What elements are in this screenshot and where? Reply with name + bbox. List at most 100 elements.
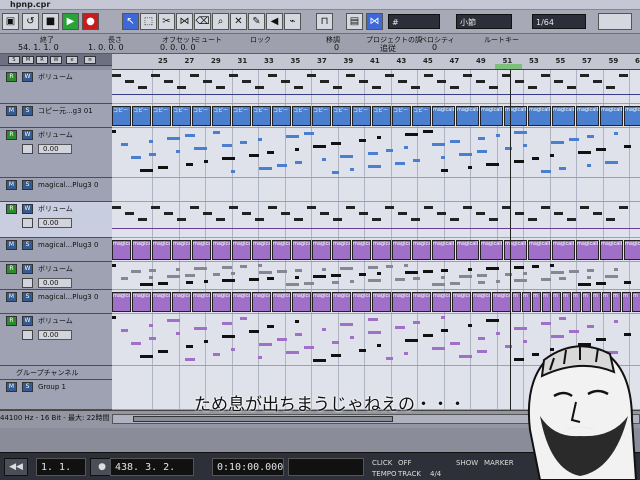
midi-part[interactable]: m <box>632 292 640 312</box>
midi-part[interactable]: magical8bit <box>292 292 311 312</box>
automation-point[interactable] <box>190 74 199 77</box>
read-automation-button[interactable]: R <box>6 204 17 214</box>
midi-part[interactable]: magical8bit <box>528 240 551 260</box>
automation-point[interactable] <box>619 74 628 77</box>
automation-point[interactable] <box>138 86 147 89</box>
midi-part[interactable]: magical8bit <box>152 292 171 312</box>
midi-part[interactable]: magical8bit <box>272 240 291 260</box>
midi-part[interactable]: magical8bit <box>432 292 451 312</box>
info-value-length[interactable]: 1. 0. 0. 0 <box>88 43 124 52</box>
automation-point[interactable] <box>320 212 329 215</box>
play-button[interactable]: ▶ <box>62 13 79 30</box>
automation-point[interactable] <box>580 74 589 77</box>
midi-part[interactable]: magical8bit <box>504 240 527 260</box>
automation-point[interactable] <box>346 74 355 77</box>
automation-value-field[interactable]: 0.00 <box>38 330 72 340</box>
midi-part[interactable]: コピー <box>192 106 211 126</box>
automation-point[interactable] <box>411 86 420 89</box>
midi-part[interactable]: magical8bit <box>232 292 251 312</box>
midi-part[interactable]: magical8bit <box>172 292 191 312</box>
midi-part[interactable]: コピー <box>132 106 151 126</box>
read-automation-button[interactable]: R <box>6 130 17 140</box>
midi-part[interactable]: magical8bit <box>412 292 431 312</box>
midi-part[interactable]: magical8bit <box>332 292 351 312</box>
midi-part[interactable]: magical8bit <box>528 106 551 126</box>
autoscroll-icon[interactable]: ⊓ <box>316 13 333 30</box>
automation-point[interactable] <box>515 212 524 215</box>
midi-part[interactable]: magical8bit <box>292 240 311 260</box>
midi-part[interactable]: コピー <box>232 106 251 126</box>
midi-part[interactable]: magical8bit <box>172 240 191 260</box>
automation-point[interactable] <box>476 212 485 215</box>
automation-point[interactable] <box>281 212 290 215</box>
automation-point[interactable] <box>359 80 368 83</box>
midi-part[interactable]: magical8bit <box>624 240 640 260</box>
midi-part[interactable]: コピー <box>312 106 331 126</box>
tempo-label[interactable]: TEMPO <box>372 470 396 478</box>
arrangement-lane[interactable]: magical8bitmagical8bitmagical8bitmagical… <box>112 290 640 314</box>
record-button[interactable]: ● <box>82 13 99 30</box>
mute-tool-icon[interactable]: ✕ <box>230 13 247 30</box>
automation-point[interactable] <box>242 212 251 215</box>
info-value-offset[interactable]: 0. 0. 0. 0 <box>160 43 196 52</box>
time-warp-tool-icon[interactable]: ⌁ <box>284 13 301 30</box>
automation-point[interactable] <box>229 206 238 209</box>
midi-part[interactable]: magical8bit <box>624 106 640 126</box>
click-value[interactable]: OFF <box>398 459 412 467</box>
track-row[interactable]: R W ボリューム 0.00 <box>0 314 112 366</box>
automation-point[interactable] <box>216 218 225 221</box>
mute-button[interactable]: M <box>6 106 17 116</box>
midi-part[interactable]: magical8bit <box>192 240 211 260</box>
automation-point[interactable] <box>541 74 550 77</box>
arrangement-lane[interactable] <box>112 128 640 178</box>
automation-point[interactable] <box>268 74 277 77</box>
automation-point[interactable] <box>151 74 160 77</box>
track-name[interactable]: magical...Plug3 0 <box>38 292 102 302</box>
midi-part[interactable]: コピー <box>352 106 371 126</box>
automation-point[interactable] <box>463 74 472 77</box>
automation-point[interactable] <box>515 80 524 83</box>
info-value-transpose[interactable]: 0 <box>334 43 339 52</box>
write-automation-button[interactable]: W <box>22 316 33 326</box>
track-row[interactable]: M Smagical...Plug3 0 <box>0 178 112 202</box>
arrangement-lane[interactable]: コピー コピー コピー コピー コピー コピー コピー コピー コピー コピー コピー コピー コピーコ… <box>112 104 640 128</box>
automation-point[interactable] <box>346 206 355 209</box>
automation-point[interactable] <box>268 206 277 209</box>
track-row[interactable]: R W ボリューム <box>0 70 112 104</box>
automation-value-field[interactable]: 0.00 <box>38 278 72 288</box>
track-row[interactable]: R W ボリューム 0.00 <box>0 202 112 238</box>
automation-curve[interactable] <box>112 228 640 229</box>
midi-part[interactable]: magical8bit <box>332 240 351 260</box>
track-name[interactable]: コピー元...g3 01 <box>38 106 102 116</box>
automation-parameter-icon[interactable] <box>22 218 33 228</box>
automation-point[interactable] <box>359 212 368 215</box>
track-row[interactable]: M S コピー元...g3 01 <box>0 104 112 128</box>
track-name[interactable]: ボリューム <box>38 204 102 214</box>
track-name[interactable]: グループチャンネル <box>16 368 80 378</box>
midi-part[interactable]: magical8bit <box>112 240 131 260</box>
track-row[interactable]: R W ボリューム 0.00 <box>0 262 112 290</box>
midi-part[interactable]: コピー <box>172 106 191 126</box>
midi-part[interactable]: コピー <box>212 106 231 126</box>
automation-curve[interactable] <box>112 94 640 95</box>
midi-part[interactable]: m <box>552 292 561 312</box>
automation-value-field[interactable]: 0.00 <box>38 218 72 228</box>
info-value-velocity[interactable]: 0 <box>432 43 437 52</box>
automation-point[interactable] <box>450 86 459 89</box>
write-automation-button[interactable]: W <box>22 130 33 140</box>
automation-point[interactable] <box>112 74 121 77</box>
automation-point[interactable] <box>190 206 199 209</box>
track-name[interactable]: Group 1 <box>38 382 102 392</box>
midi-part[interactable]: magical8bit <box>132 292 151 312</box>
automation-point[interactable] <box>476 80 485 83</box>
midi-part[interactable]: コピー <box>412 106 431 126</box>
arrangement-lane[interactable] <box>112 178 640 202</box>
left-locator-display[interactable]: 1. 1. 1. 0 <box>36 458 86 476</box>
solo-button[interactable]: S <box>22 382 33 392</box>
midi-part[interactable]: コピー <box>292 106 311 126</box>
midi-part[interactable]: magical8bit <box>252 240 271 260</box>
midi-part[interactable]: コピー <box>392 106 411 126</box>
mute-button[interactable]: M <box>6 180 17 190</box>
track-name[interactable]: ボリューム <box>38 264 102 274</box>
automation-point[interactable] <box>528 86 537 89</box>
